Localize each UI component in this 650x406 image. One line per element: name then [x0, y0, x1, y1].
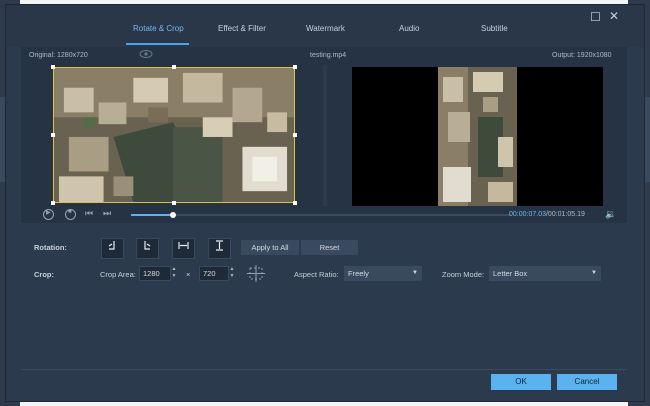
- tab-effect-filter[interactable]: Effect & Filter: [218, 24, 266, 33]
- original-resolution: Original: 1280x720: [29, 52, 88, 59]
- progress-thumb[interactable]: [169, 212, 176, 218]
- previous-frame-icon[interactable]: ⏮: [85, 208, 93, 219]
- progress-fill: [131, 214, 173, 216]
- crop-handle[interactable]: [293, 65, 297, 69]
- total-time: /00:01:05.19: [545, 211, 585, 218]
- zoom-mode-label: Zoom Mode:: [442, 270, 485, 279]
- edit-dialog: Rotate & Crop Effect & Filter Watermark …: [5, 4, 645, 402]
- aspect-ratio-select[interactable]: Freely ▼: [344, 266, 422, 281]
- center-crop-icon[interactable]: [247, 265, 265, 282]
- output-video-frame: [438, 67, 517, 206]
- crop-handle[interactable]: [51, 201, 55, 205]
- chevron-down-icon: ▼: [412, 270, 418, 276]
- playback-bar: ▶ ■ ⏮ ⏭ 00:00:07.03/00:01:05.19 🔉: [21, 206, 627, 223]
- crop-height-input[interactable]: 720: [199, 266, 229, 281]
- apply-to-all-button[interactable]: Apply to All: [241, 240, 299, 255]
- footer-divider: [21, 369, 627, 370]
- tab-watermark[interactable]: Watermark: [306, 24, 345, 33]
- eye-icon[interactable]: [139, 49, 153, 61]
- crop-label: Crop:: [34, 270, 54, 279]
- flip-horizontal-button[interactable]: [172, 238, 195, 259]
- crop-handle[interactable]: [51, 133, 55, 137]
- rotate-left-button[interactable]: [101, 238, 124, 259]
- crop-handle[interactable]: [172, 201, 176, 205]
- tab-audio[interactable]: Audio: [399, 24, 419, 33]
- tab-rotate-crop[interactable]: Rotate & Crop: [133, 24, 184, 33]
- active-tab-indicator: [126, 43, 189, 45]
- maximize-icon[interactable]: ☐: [590, 10, 601, 24]
- tab-bar: Rotate & Crop Effect & Filter Watermark …: [6, 5, 644, 47]
- crop-handle[interactable]: [293, 201, 297, 205]
- crop-width-input[interactable]: 1280: [139, 266, 171, 281]
- rotate-right-button[interactable]: [136, 238, 159, 259]
- zoom-mode-value: Letter Box: [493, 269, 528, 278]
- chevron-down-icon: ▼: [591, 270, 597, 276]
- crop-height-stepper[interactable]: ▲ ▼: [228, 266, 236, 281]
- aspect-ratio-value: Freely: [348, 269, 369, 278]
- current-time: 00:00:07.03: [509, 211, 546, 218]
- crop-handle[interactable]: [172, 65, 176, 69]
- times-sign: ×: [186, 270, 191, 279]
- time-readout: 00:00:07.03/00:01:05.19: [509, 211, 585, 218]
- next-frame-icon[interactable]: ⏭: [103, 208, 111, 219]
- crop-area-label: Crop Area:: [100, 270, 136, 279]
- flip-vertical-button[interactable]: [208, 238, 231, 259]
- crop-width-stepper[interactable]: ▲ ▼: [170, 266, 178, 281]
- reset-button[interactable]: Reset: [301, 240, 358, 255]
- close-icon[interactable]: ✕: [609, 9, 619, 23]
- cancel-button[interactable]: Cancel: [557, 374, 617, 390]
- ok-button[interactable]: OK: [491, 374, 551, 390]
- stop-icon: ■: [68, 209, 72, 215]
- rotation-label: Rotation:: [34, 243, 67, 252]
- info-bar: Original: 1280x720 testing.mp4 Output: 1…: [21, 47, 627, 65]
- file-name: testing.mp4: [310, 52, 347, 59]
- tab-subtitle[interactable]: Subtitle: [481, 24, 508, 33]
- original-video-frame[interactable]: [53, 67, 295, 203]
- play-icon: ▶: [46, 210, 51, 216]
- output-resolution: Output: 1920x1080: [552, 52, 612, 59]
- aspect-ratio-label: Aspect Ratio:: [294, 270, 339, 279]
- crop-handle[interactable]: [51, 65, 55, 69]
- crop-handle[interactable]: [293, 133, 297, 137]
- volume-icon[interactable]: 🔉: [605, 209, 616, 220]
- zoom-mode-select[interactable]: Letter Box ▼: [489, 266, 601, 281]
- progress-slider[interactable]: [131, 212, 511, 218]
